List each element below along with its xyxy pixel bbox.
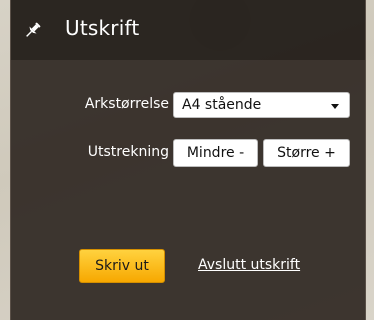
pin-icon[interactable] [23, 20, 43, 40]
print-button[interactable]: Skriv ut [79, 249, 165, 283]
paper-size-select[interactable]: A4 stående [173, 92, 350, 118]
extent-label: Utstrekning [87, 144, 169, 160]
panel-title: Utskrift [65, 16, 140, 40]
exit-print-link[interactable]: Avslutt utskrift [198, 257, 300, 273]
bigger-button[interactable]: Større + [263, 139, 350, 167]
paper-size-label: Arkstørrelse [84, 96, 169, 112]
print-panel: Utskrift Arkstørrelse A4 stående Utstrek… [10, 0, 366, 320]
paper-size-value: A4 stående [182, 97, 262, 113]
panel-header: Utskrift [11, 0, 365, 60]
chevron-down-icon [331, 104, 339, 109]
smaller-button[interactable]: Mindre - [173, 139, 258, 167]
